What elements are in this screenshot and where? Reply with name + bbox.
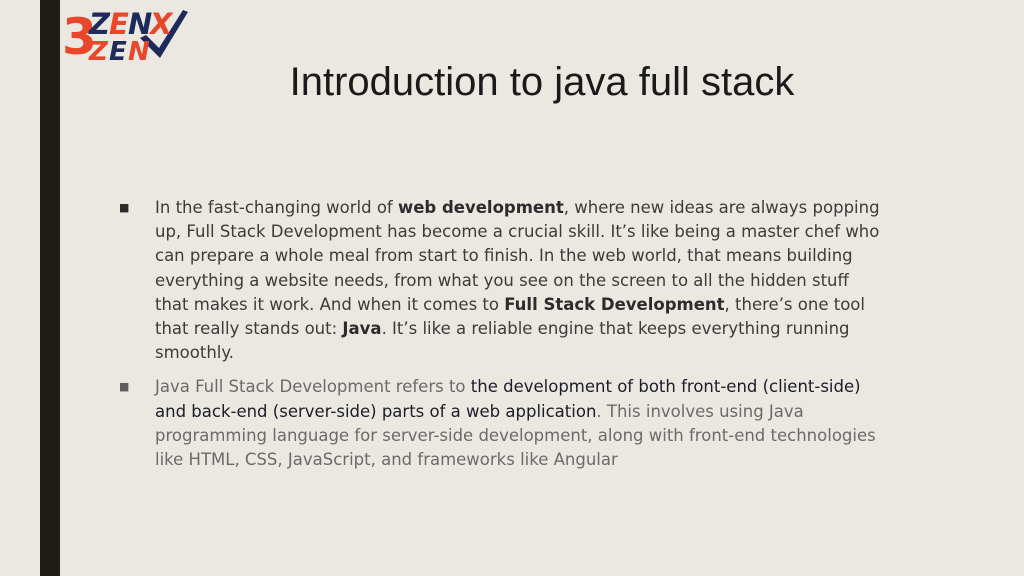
svg-text:N: N xyxy=(128,7,152,41)
bullet-marker-icon: ■ xyxy=(119,380,130,394)
slide-title: Introduction to java full stack xyxy=(289,60,795,104)
text-segment: In the fast-changing world of xyxy=(155,198,398,217)
bullet-item: ■ Java Full Stack Development refers to … xyxy=(108,375,928,472)
bullet-text: Java Full Stack Development refers to th… xyxy=(155,375,928,472)
bullet-marker-icon: ■ xyxy=(119,201,130,214)
brand-logo: 3 Z E N X Z E N xyxy=(62,4,192,67)
svg-text:E: E xyxy=(109,7,129,41)
bold-term-full-stack: Full Stack Development xyxy=(504,294,725,314)
bullet-list: ■ In the fast-changing world of web deve… xyxy=(108,196,928,482)
brand-logo-graphic: 3 Z E N X Z E N xyxy=(62,7,188,67)
side-accent-bar xyxy=(40,0,60,576)
bold-term-web-development: web development xyxy=(398,198,564,217)
svg-text:Z: Z xyxy=(88,7,111,41)
text-segment: Java Full Stack Development refers to xyxy=(155,377,471,397)
slide: 3 Z E N X Z E N Introduction to java ful… xyxy=(0,0,1024,576)
bold-term-java: Java xyxy=(342,319,382,339)
bullet-item: ■ In the fast-changing world of web deve… xyxy=(108,196,928,365)
svg-text:X: X xyxy=(148,7,174,41)
bullet-text: In the fast-changing world of web develo… xyxy=(155,196,928,365)
